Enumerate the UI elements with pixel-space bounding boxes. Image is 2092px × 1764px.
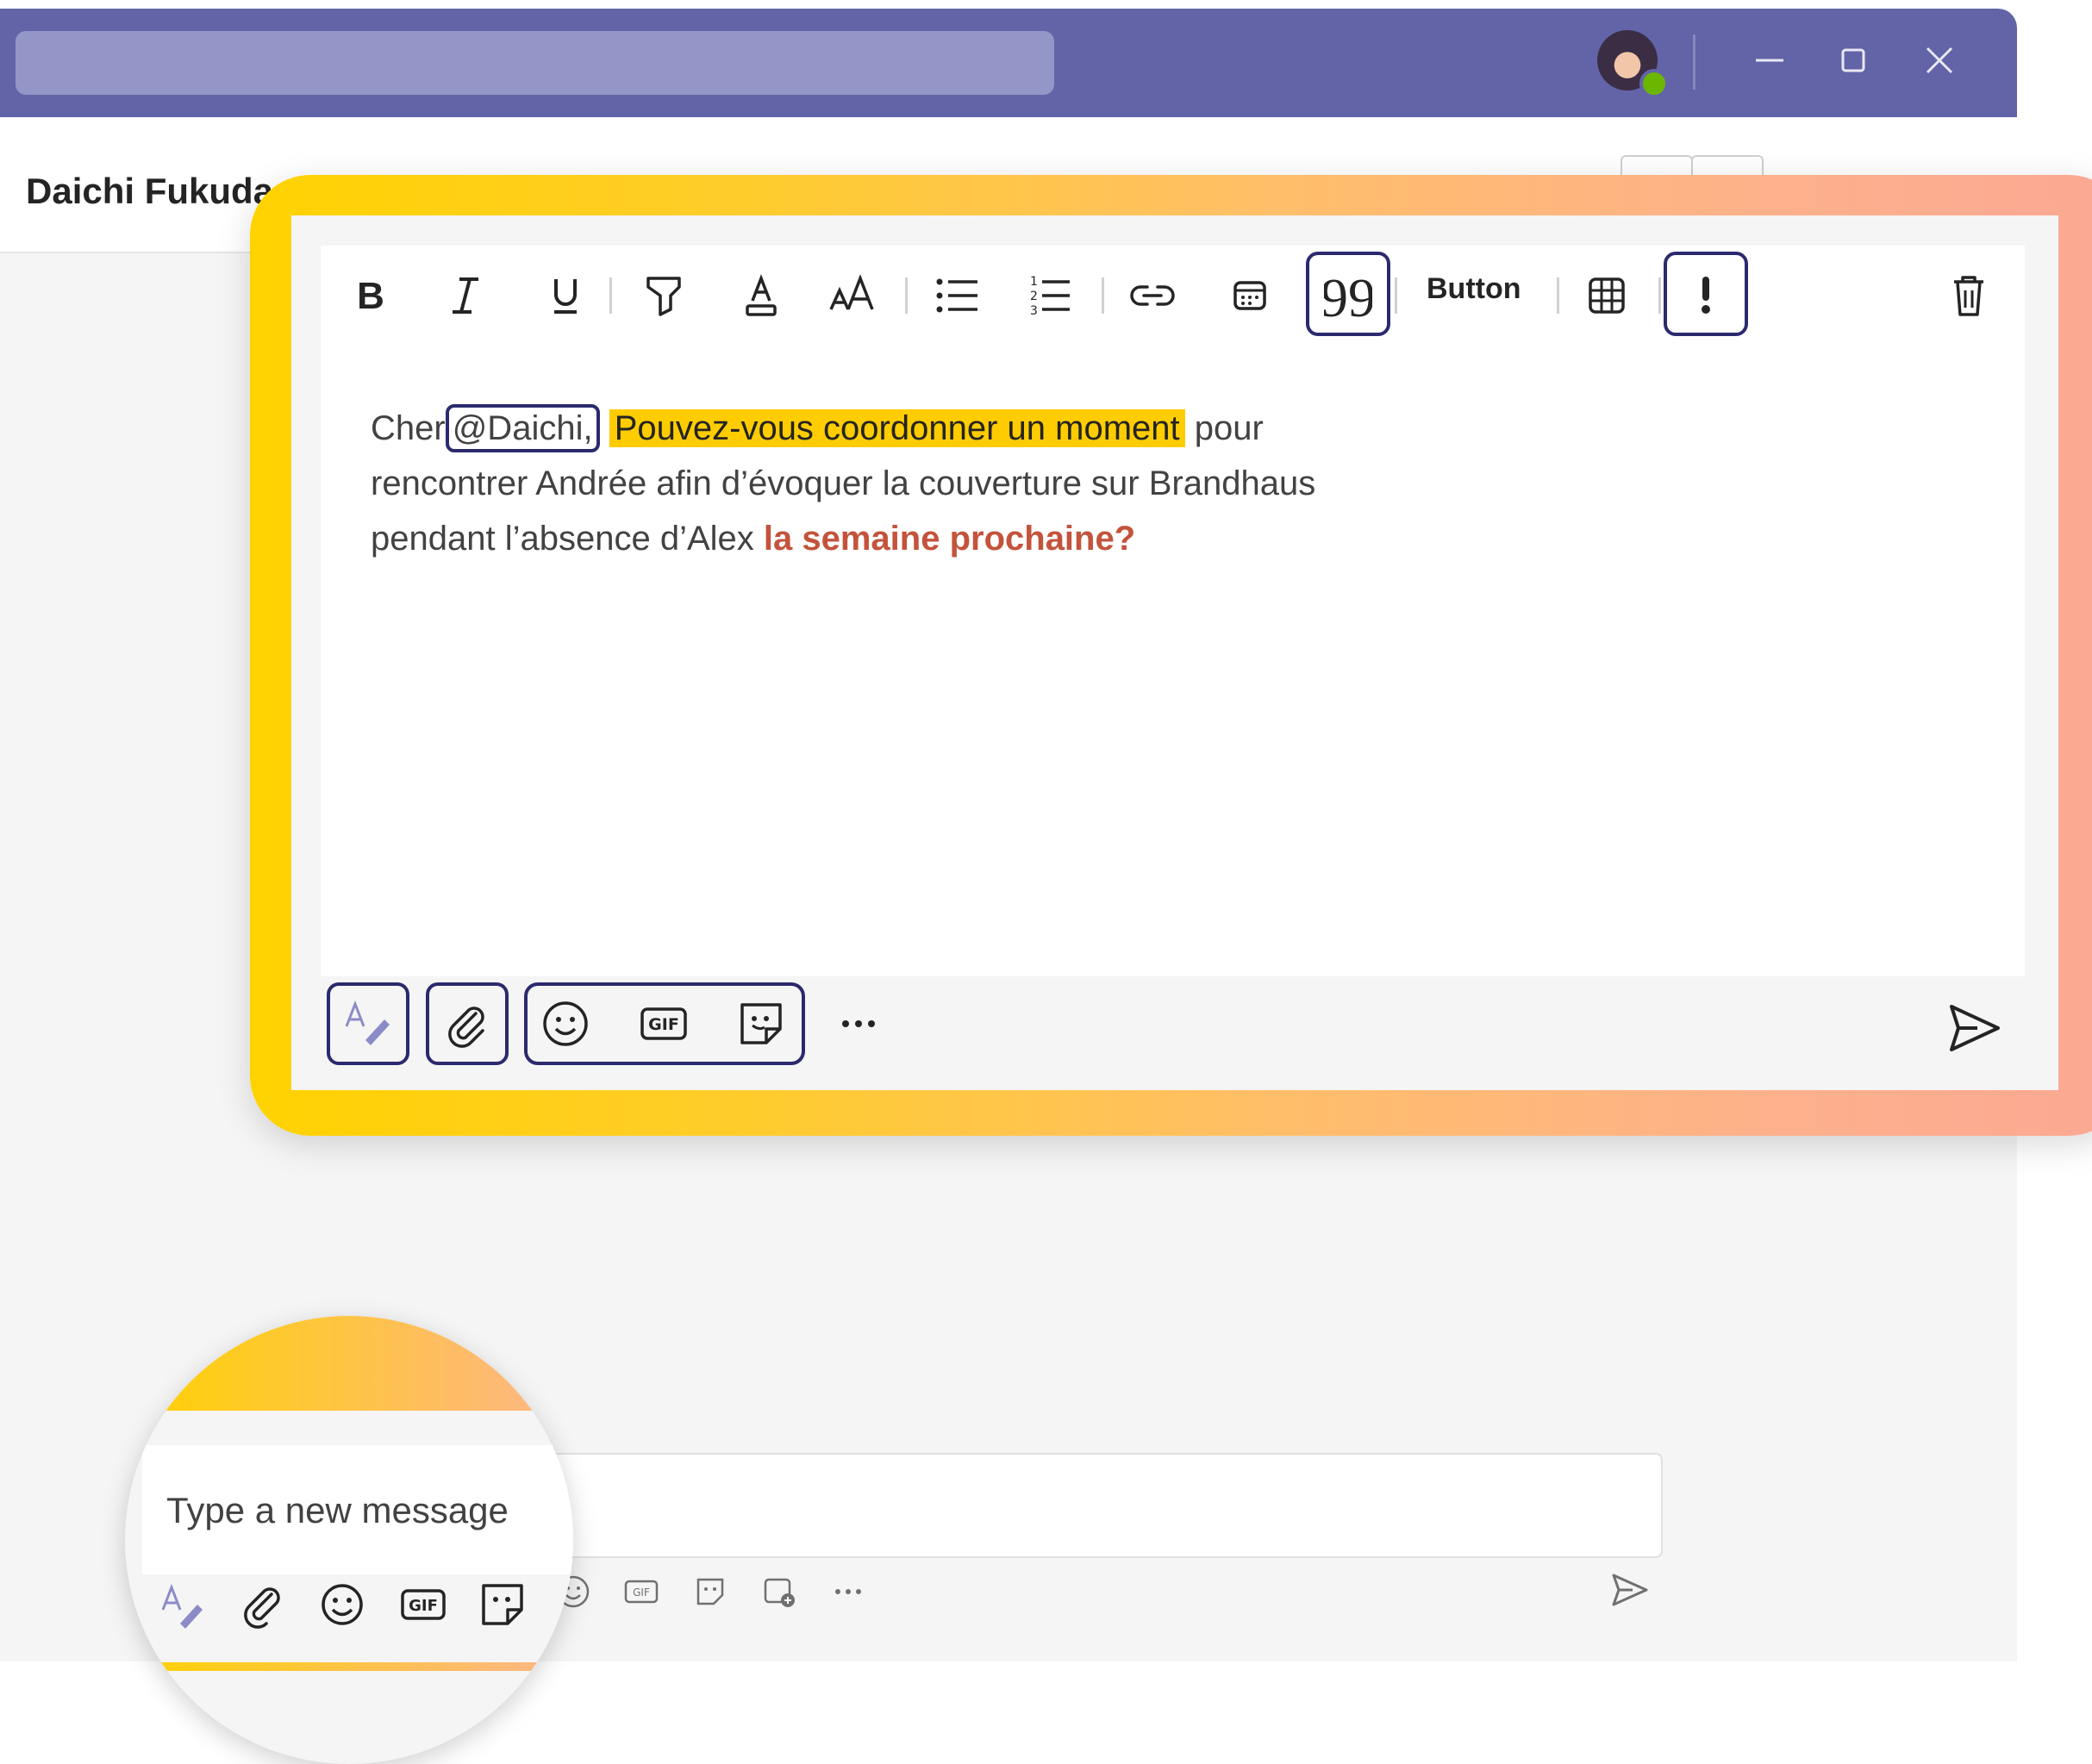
format-icon[interactable]: [327, 982, 409, 1065]
schedule-meeting-icon[interactable]: [760, 1573, 798, 1611]
underline-icon[interactable]: [531, 261, 600, 330]
bulleted-list-icon[interactable]: [922, 261, 991, 330]
presence-status-icon: [1639, 69, 1669, 98]
toolbar-separator: [905, 277, 908, 314]
maximize-icon[interactable]: [1827, 34, 1879, 86]
message-editor[interactable]: [321, 246, 2025, 976]
font-color-icon[interactable]: [727, 261, 796, 330]
toolbar-separator: [609, 277, 612, 314]
callout-gradient-top: [125, 1316, 573, 1411]
font-size-icon[interactable]: [819, 261, 888, 330]
svg-text:GIF: GIF: [648, 1015, 679, 1034]
minimize-icon[interactable]: [1744, 34, 1795, 86]
title-separator: [1693, 34, 1695, 90]
schedule-icon[interactable]: [1215, 261, 1284, 330]
svg-text:1: 1: [1030, 275, 1038, 289]
table-icon[interactable]: [1572, 261, 1641, 330]
search-bar[interactable]: [16, 31, 1054, 95]
callout-gradient-bottom: [125, 1662, 573, 1671]
toolbar-separator: [1102, 277, 1104, 314]
svg-text:GIF: GIF: [409, 1597, 438, 1615]
sticker-icon[interactable]: [477, 1579, 528, 1630]
more-options-icon[interactable]: [829, 1573, 867, 1611]
svg-text:99: 99: [1324, 270, 1372, 318]
emoji-icon[interactable]: [524, 982, 607, 1065]
message-body[interactable]: Cher @Daichi, Pouvez-vous coordonner un m…: [371, 401, 1491, 566]
highlighted-text: Pouvez-vous coordonner un moment: [609, 409, 1185, 447]
emoji-icon[interactable]: [316, 1579, 368, 1630]
gif-icon[interactable]: GIF: [397, 1579, 449, 1630]
toolbar-separator: [1658, 277, 1661, 314]
toolbar-separator: [1395, 277, 1397, 314]
message-line-2: rencontrer Andrée afin d’évoquer la couv…: [371, 464, 1316, 502]
more-options-icon[interactable]: [817, 982, 900, 1065]
attach-icon[interactable]: [426, 982, 509, 1065]
link-icon[interactable]: [1118, 261, 1187, 330]
mention-daichi[interactable]: @Daichi,: [445, 404, 600, 452]
svg-text:B: B: [357, 275, 384, 317]
bold-icon[interactable]: B: [336, 261, 405, 330]
send-icon[interactable]: [1608, 1568, 1652, 1611]
italic-icon[interactable]: [431, 261, 500, 330]
message-line-3: pendant l’absence d’Alex la semaine proc…: [371, 511, 1491, 566]
attach-icon[interactable]: [237, 1579, 289, 1630]
sticker-icon[interactable]: [691, 1573, 729, 1611]
after-highlight-text: pour: [1184, 409, 1264, 447]
delete-icon[interactable]: [1934, 261, 2003, 330]
svg-text:2: 2: [1030, 290, 1038, 303]
colored-text: la semaine prochaine?: [763, 520, 1136, 558]
highlight-icon[interactable]: [629, 261, 698, 330]
svg-text:3: 3: [1030, 304, 1038, 318]
svg-text:GIF: GIF: [633, 1586, 650, 1599]
gif-icon[interactable]: GIF: [622, 982, 705, 1065]
important-icon[interactable]: [1664, 252, 1748, 336]
format-icon[interactable]: [158, 1579, 209, 1630]
quote-icon[interactable]: 99: [1306, 252, 1390, 336]
title-bar: [0, 9, 2017, 117]
sticker-icon[interactable]: [720, 982, 802, 1065]
greeting-text: Cher: [371, 409, 446, 447]
gif-icon[interactable]: GIF: [622, 1573, 660, 1611]
chat-title: Daichi Fukuda: [26, 171, 274, 211]
zoom-callout: Type a new message GIF: [125, 1316, 573, 1764]
close-icon[interactable]: [1914, 34, 1965, 86]
button-insert[interactable]: Button: [1427, 272, 1521, 306]
numbered-list-icon[interactable]: 123: [1015, 261, 1083, 330]
plain-text: pendant l’absence d’Alex: [371, 520, 764, 558]
compose-placeholder: Type a new message: [166, 1490, 509, 1530]
message-line-1: Cher @Daichi, Pouvez-vous coordonner un m…: [371, 401, 1491, 456]
background-compose-box[interactable]: [534, 1453, 1663, 1558]
send-icon[interactable]: [1946, 1000, 2003, 1057]
toolbar-separator: [1557, 277, 1559, 314]
